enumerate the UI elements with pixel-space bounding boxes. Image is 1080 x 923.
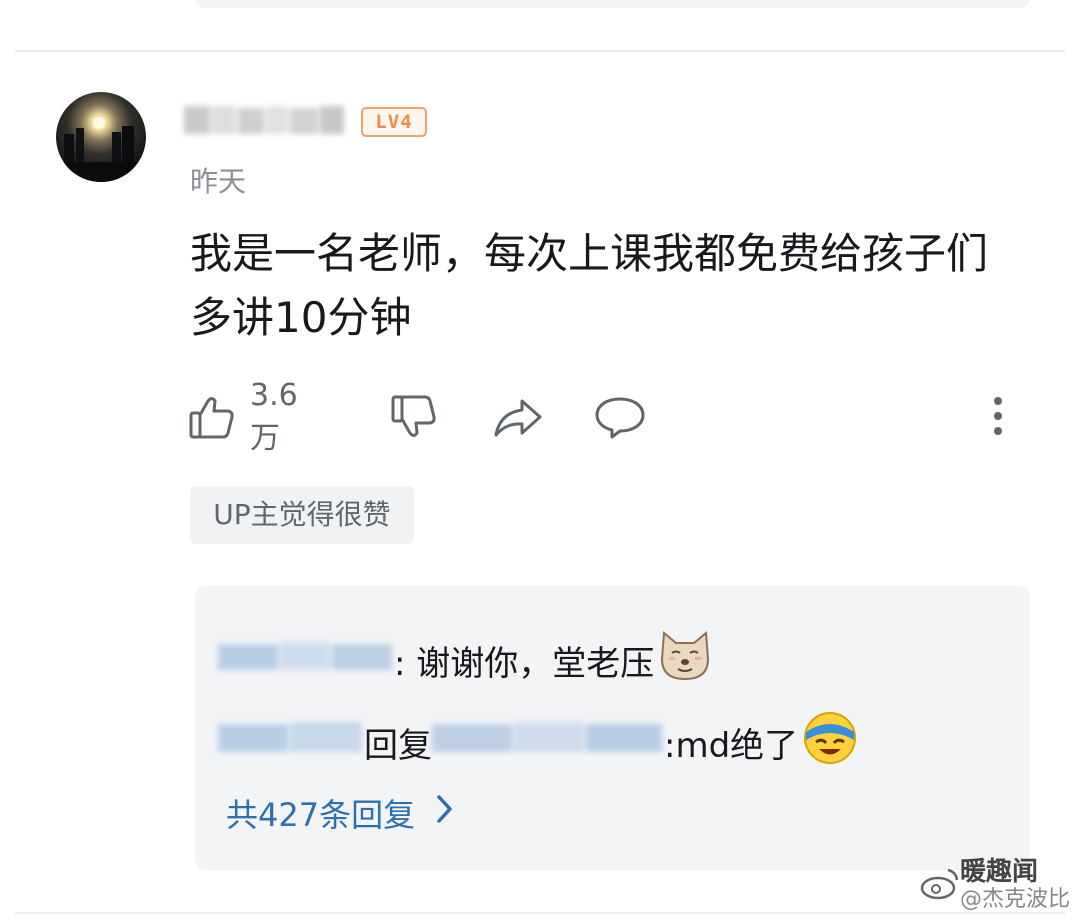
reply-text: :md绝了 [664, 725, 799, 766]
comment-timestamp: 昨天 [190, 165, 247, 198]
previous-reply-box [195, 0, 1030, 8]
divider [15, 50, 1065, 52]
divider [15, 912, 1065, 914]
reply-author-blurred[interactable] [218, 636, 394, 685]
level-badge: LV4 [361, 107, 427, 137]
reply-text: : 谢谢你，堂老压 [394, 643, 655, 684]
dislike-icon [390, 393, 438, 441]
reply-item[interactable]: 回复 :md绝了 [218, 710, 858, 775]
reply-button[interactable] [594, 392, 646, 442]
username-blurred[interactable] [182, 100, 347, 140]
like-button[interactable]: 3.6万 [188, 378, 298, 456]
share-icon [492, 393, 544, 441]
reply-author-blurred[interactable] [218, 716, 364, 769]
weibo-icon [920, 866, 960, 906]
chevron-right-icon [415, 793, 455, 833]
reply-item[interactable]: : 谢谢你，堂老压 [218, 630, 712, 690]
dislike-button[interactable] [390, 392, 438, 442]
reply-icon [594, 393, 646, 441]
reply-word: 回复 [364, 725, 432, 766]
reply-target-blurred[interactable] [432, 716, 664, 769]
more-icon [980, 397, 1016, 446]
comment-text: 我是一名老师，每次上课我都免费给孩子们多讲10分钟 [190, 229, 989, 342]
share-button[interactable] [492, 392, 544, 442]
like-count: 3.6万 [250, 377, 298, 456]
like-icon [188, 393, 236, 441]
avatar[interactable] [56, 92, 146, 182]
see-all-replies-label: 共427条回复 [226, 796, 416, 834]
up-liked-tag: UP主觉得很赞 [190, 486, 414, 544]
watermark-handle: @杰克波比 [960, 887, 1071, 912]
watermark: 暖趣闻 @杰克波比 [920, 858, 1070, 914]
laughing-crying-emoji-icon [802, 710, 858, 775]
watermark-account: 暖趣闻 [960, 857, 1039, 887]
more-button[interactable] [980, 392, 1016, 442]
dog-face-emoji-icon [658, 629, 712, 692]
see-all-replies-link[interactable]: 共427条回复 [226, 790, 455, 836]
